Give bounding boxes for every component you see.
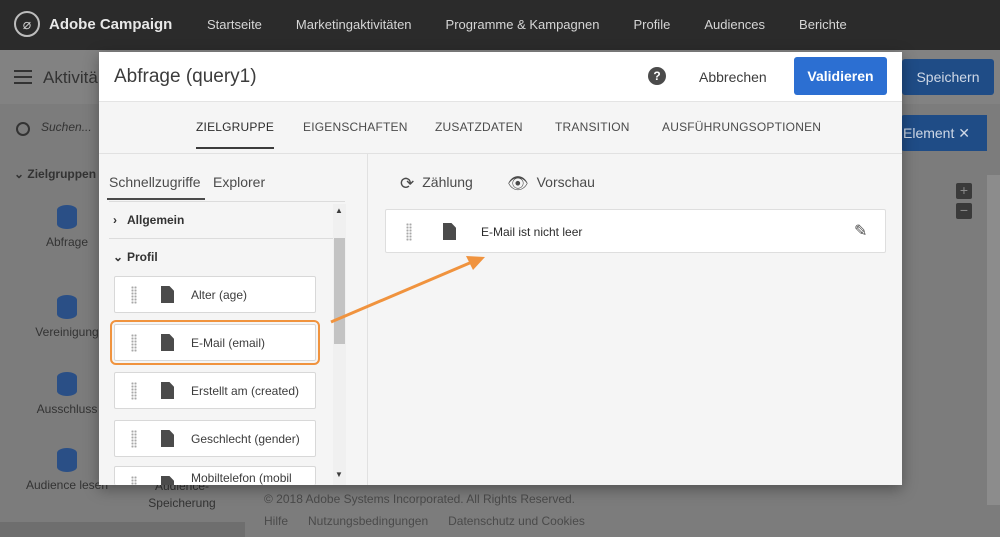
search-icon <box>16 122 30 136</box>
document-icon <box>443 223 456 240</box>
dialog-title: Abfrage (query1) <box>114 66 257 87</box>
top-bar: ⌀ Adobe Campaign Startseite Marketingakt… <box>0 0 1000 50</box>
cancel-button[interactable]: Abbrechen <box>689 62 777 92</box>
tab-transition[interactable]: TRANSITION <box>555 120 630 134</box>
help-icon[interactable]: ? <box>648 67 666 85</box>
document-icon <box>161 286 174 303</box>
database-icon <box>57 372 77 396</box>
activity-label: Vereinigung <box>35 325 99 339</box>
chevron-right-icon: › <box>113 213 117 227</box>
drag-handle-icon[interactable] <box>131 286 137 304</box>
tab-ausfuehrungsoptionen[interactable]: AUSFÜHRUNGSOPTIONEN <box>662 120 821 134</box>
field-label: Mobiltelefon (mobil <box>191 471 292 485</box>
document-icon <box>161 382 174 399</box>
field-email[interactable]: E-Mail (email) <box>110 320 320 365</box>
group-zielgruppen[interactable]: ⌄ Zielgruppen <box>14 167 96 181</box>
tab-eigenschaften[interactable]: EIGENSCHAFTEN <box>303 120 408 134</box>
validate-button[interactable]: Validieren <box>794 57 887 95</box>
zoom-out-icon[interactable]: − <box>956 203 972 219</box>
dialog-tabs: ZIELGRUPPE EIGENSCHAFTEN ZUSATZDATEN TRA… <box>99 102 902 154</box>
activity-label: Abfrage <box>45 235 89 249</box>
preview-label: Vorschau <box>536 174 595 190</box>
condition-label: E-Mail ist nicht leer <box>481 225 583 239</box>
field-mobiltelefon[interactable]: Mobiltelefon (mobil <box>114 466 316 485</box>
zoom-controls: + − <box>956 183 972 223</box>
scroll-down-icon[interactable]: ▼ <box>335 470 343 479</box>
refresh-icon: ⟳ <box>400 174 415 193</box>
section-label: Allgemein <box>127 213 185 227</box>
tab-explorer[interactable]: Explorer <box>213 174 265 190</box>
database-icon <box>57 448 77 472</box>
horizontal-scrollbar[interactable] <box>0 522 245 537</box>
footer-link-nutzungsbedingungen[interactable]: Nutzungsbedingungen <box>308 514 428 528</box>
footer-link-hilfe[interactable]: Hilfe <box>264 514 288 528</box>
footer-copyright: © 2018 Adobe Systems Incorporated. All R… <box>264 492 576 506</box>
query-dialog: Abfrage (query1) ? Abbrechen Validieren … <box>99 52 902 485</box>
group-label: Zielgruppen <box>27 167 97 181</box>
count-button[interactable]: ⟳ Zählung <box>400 174 473 194</box>
field-erstellt-am[interactable]: Erstellt am (created) <box>114 372 316 409</box>
adobe-campaign-logo-icon[interactable]: ⌀ <box>14 11 40 37</box>
nav-startseite[interactable]: Startseite <box>207 17 262 32</box>
background-title: Aktivitä <box>43 68 98 87</box>
scroll-up-icon[interactable]: ▲ <box>335 206 343 215</box>
database-icon <box>57 205 77 229</box>
field-label: Alter (age) <box>191 288 248 302</box>
palette-scrollbar[interactable]: ▲ ▼ <box>333 204 346 485</box>
tab-schnellzugriffe[interactable]: Schnellzugriffe <box>107 174 205 200</box>
document-icon <box>161 476 174 485</box>
preview-button[interactable]: 👁 Vorschau <box>507 174 595 194</box>
save-button[interactable]: Speichern <box>902 59 994 95</box>
drag-handle-icon[interactable] <box>131 476 137 485</box>
drag-handle-icon[interactable] <box>131 430 137 448</box>
nav-berichte[interactable]: Berichte <box>799 17 847 32</box>
field-label: E-Mail (email) <box>191 336 266 350</box>
drag-handle-icon[interactable] <box>406 223 412 241</box>
activity-label: Ausschluss <box>36 402 98 416</box>
condition-item[interactable]: E-Mail ist nicht leer ✎ <box>385 209 886 253</box>
pencil-icon[interactable]: ✎ <box>854 221 867 241</box>
app-name[interactable]: Adobe Campaign <box>49 16 172 33</box>
section-divider <box>109 238 345 239</box>
zoom-in-icon[interactable]: + <box>956 183 972 199</box>
section-profil[interactable]: ⌄ Profil <box>113 250 158 264</box>
section-allgemein[interactable]: › Allgemein <box>113 213 184 227</box>
eye-icon: 👁 <box>507 174 529 193</box>
background-scrollbar[interactable] <box>987 175 1000 505</box>
database-icon <box>57 295 77 319</box>
element-button[interactable]: Element ✕ <box>901 115 987 151</box>
dialog-header: Abfrage (query1) ? Abbrechen Validieren <box>99 52 902 102</box>
field-palette: Schnellzugriffe Explorer › Allgemein ⌄ Pro… <box>99 154 368 485</box>
field-geschlecht[interactable]: Geschlecht (gender) <box>114 420 316 457</box>
menu-icon[interactable] <box>14 70 32 84</box>
nav-audiences[interactable]: Audiences <box>704 17 765 32</box>
tab-zusatzdaten[interactable]: ZUSATZDATEN <box>435 120 523 134</box>
field-alter[interactable]: Alter (age) <box>114 276 316 313</box>
nav-profile[interactable]: Profile <box>633 17 670 32</box>
footer-link-datenschutz[interactable]: Datenschutz und Cookies <box>448 514 585 528</box>
tabs-divider <box>109 201 345 202</box>
field-label: Geschlecht (gender) <box>191 432 300 446</box>
top-navigation: Startseite Marketingaktivitäten Programm… <box>207 17 881 32</box>
activity-label: Audience lesen <box>25 478 109 492</box>
nav-programme-kampagnen[interactable]: Programme & Kampagnen <box>446 17 600 32</box>
drag-handle-icon[interactable] <box>131 334 137 352</box>
footer-links: Hilfe Nutzungsbedingungen Datenschutz un… <box>264 514 585 528</box>
palette-tabs: Schnellzugriffe Explorer <box>107 174 339 200</box>
nav-marketingaktivitaeten[interactable]: Marketingaktivitäten <box>296 17 412 32</box>
search-input[interactable]: Suchen... <box>41 120 92 134</box>
tab-zielgruppe[interactable]: ZIELGRUPPE <box>196 120 275 149</box>
scrollbar-thumb[interactable] <box>334 238 345 344</box>
query-workspace: ⟳ Zählung 👁 Vorschau E-Mail ist nicht leer… <box>369 154 902 485</box>
document-icon <box>161 334 174 351</box>
document-icon <box>161 430 174 447</box>
drag-handle-icon[interactable] <box>131 382 137 400</box>
section-label: Profil <box>127 250 158 264</box>
field-label: Erstellt am (created) <box>191 384 300 398</box>
count-label: Zählung <box>422 174 473 190</box>
chevron-down-icon: ⌄ <box>113 250 124 264</box>
